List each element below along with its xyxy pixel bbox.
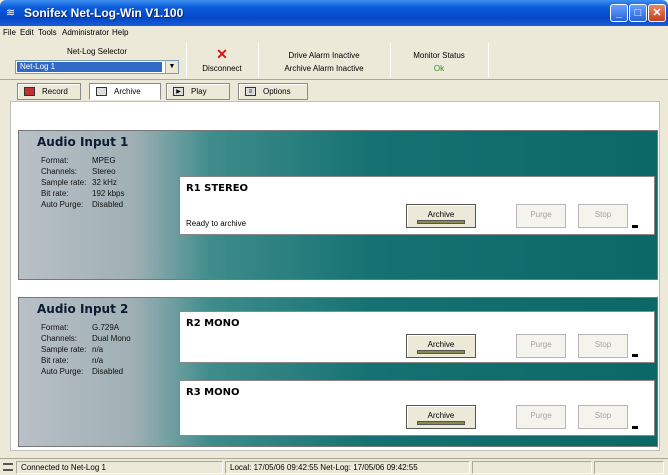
panel-title: Audio Input 1	[37, 135, 129, 149]
mini-indicator	[632, 354, 638, 357]
recorder-name: R2 MONO	[186, 318, 240, 329]
archive-button-label: Archive	[427, 411, 455, 420]
archive-alarm-status: Archive Alarm Inactive	[284, 64, 364, 73]
net-log-selector[interactable]: Net-Log 1 ▼	[15, 60, 179, 74]
toolbar-divider	[186, 43, 187, 77]
tab-archive[interactable]: Archive	[89, 83, 161, 100]
title-bar: ≋ Sonifex Net-Log-Win V1.100 _ □ ✕	[0, 0, 668, 26]
menu-administrator[interactable]: Administrator	[62, 27, 109, 38]
recorder-card: R2 MONO Archive Purge Stop	[179, 311, 655, 363]
recorder-card: R3 MONO Archive Purge Stop	[179, 380, 655, 436]
stop-button-label: Stop	[594, 340, 612, 349]
format-label: Format:	[41, 156, 69, 165]
toolbar-divider	[488, 43, 489, 77]
archive-indicator	[417, 220, 465, 224]
format-value: G.729A	[92, 323, 120, 332]
mini-indicator	[632, 426, 638, 429]
sample-rate-label: Sample rate:	[41, 345, 87, 354]
connection-status: Connected to Net-Log 1	[16, 461, 223, 474]
bit-rate-value: n/a	[92, 356, 104, 365]
status-bar: Connected to Net-Log 1 Local: 17/05/06 0…	[0, 458, 668, 475]
play-icon: ▶	[173, 87, 184, 96]
selector-label: Net-Log Selector	[66, 47, 128, 56]
recorder-card: R1 STEREO Ready to archive Archive Purge…	[179, 176, 655, 235]
recorder-status: Ready to archive	[186, 219, 247, 228]
network-icon	[3, 463, 13, 471]
mini-indicator	[632, 225, 638, 228]
tab-play-label: Play	[191, 87, 207, 96]
purge-button-label: Purge	[530, 411, 552, 420]
purge-button[interactable]: Purge	[516, 405, 566, 429]
sample-rate-value: 32 kHz	[92, 178, 117, 187]
channels-value: Dual Mono	[92, 334, 131, 343]
disconnect-button[interactable]: Disconnect	[190, 64, 254, 74]
status-pane	[594, 461, 664, 474]
stop-button-label: Stop	[594, 210, 612, 219]
channels-label: Channels:	[41, 167, 78, 176]
disconnect-icon[interactable]: ✕	[214, 47, 230, 61]
sample-rate-label: Sample rate:	[41, 178, 87, 187]
monitor-status-value: Ok	[433, 64, 445, 73]
minimize-button[interactable]: _	[610, 4, 628, 22]
time-status: Local: 17/05/06 09:42:55 Net-Log: 17/05/…	[225, 461, 470, 474]
channels-label: Channels:	[41, 334, 78, 343]
tab-options-label: Options	[263, 87, 291, 96]
panel-title: Audio Input 2	[37, 302, 129, 316]
auto-purge-label: Auto Purge:	[41, 200, 84, 209]
menu-edit[interactable]: Edit	[20, 27, 34, 38]
tab-play[interactable]: ▶ Play	[166, 83, 230, 100]
window-title: Sonifex Net-Log-Win V1.100	[24, 6, 184, 20]
menu-tools[interactable]: Tools	[38, 27, 57, 38]
bit-rate-label: Bit rate:	[41, 356, 69, 365]
tab-archive-label: Archive	[114, 87, 141, 96]
archive-button-label: Archive	[427, 340, 455, 349]
purge-button[interactable]: Purge	[516, 334, 566, 358]
stop-button-label: Stop	[594, 411, 612, 420]
recorder-name: R3 MONO	[186, 387, 240, 398]
archive-indicator	[417, 421, 465, 425]
archive-button[interactable]: Archive	[406, 405, 476, 429]
auto-purge-value: Disabled	[92, 367, 124, 376]
menu-help[interactable]: Help	[112, 27, 128, 38]
options-icon: ≡	[245, 87, 256, 96]
sample-rate-value: n/a	[92, 345, 104, 354]
audio-input-panel: Audio Input 1 Format: MPEG Channels: Ste…	[18, 130, 658, 280]
selector-value: Net-Log 1	[17, 62, 162, 72]
format-label: Format:	[41, 323, 69, 332]
drive-alarm-status: Drive Alarm Inactive	[288, 51, 360, 60]
toolbar-divider	[258, 43, 259, 77]
tab-record-label: Record	[42, 87, 68, 96]
audio-input-panel: Audio Input 2 Format: G.729A Channels: D…	[18, 297, 658, 447]
chevron-down-icon[interactable]: ▼	[165, 61, 178, 73]
stop-button[interactable]: Stop	[578, 334, 628, 358]
menu-file[interactable]: File	[3, 27, 16, 38]
tab-record[interactable]: Record	[17, 83, 81, 100]
stop-button[interactable]: Stop	[578, 405, 628, 429]
bit-rate-label: Bit rate:	[41, 189, 69, 198]
stop-button[interactable]: Stop	[578, 204, 628, 228]
recorder-name: R1 STEREO	[186, 183, 249, 194]
record-icon	[24, 87, 35, 96]
menu-bar: File Edit Tools Administrator Help	[0, 26, 668, 39]
app-icon: ≋	[6, 7, 16, 19]
auto-purge-value: Disabled	[92, 200, 124, 209]
purge-button-label: Purge	[530, 210, 552, 219]
purge-button-label: Purge	[530, 340, 552, 349]
tab-options[interactable]: ≡ Options	[238, 83, 308, 100]
archive-button[interactable]: Archive	[406, 204, 476, 228]
channels-value: Stereo	[92, 167, 116, 176]
format-value: MPEG	[92, 156, 116, 165]
archive-button-label: Archive	[427, 210, 455, 219]
bit-rate-value: 192 kbps	[92, 189, 125, 198]
maximize-button[interactable]: □	[629, 4, 647, 22]
close-button[interactable]: ✕	[648, 4, 666, 22]
purge-button[interactable]: Purge	[516, 204, 566, 228]
monitor-status-label: Monitor Status	[413, 51, 465, 60]
toolbar-divider	[390, 43, 391, 77]
archive-button[interactable]: Archive	[406, 334, 476, 358]
auto-purge-label: Auto Purge:	[41, 367, 84, 376]
status-pane	[472, 461, 592, 474]
archive-icon	[96, 87, 107, 96]
archive-indicator	[417, 350, 465, 354]
